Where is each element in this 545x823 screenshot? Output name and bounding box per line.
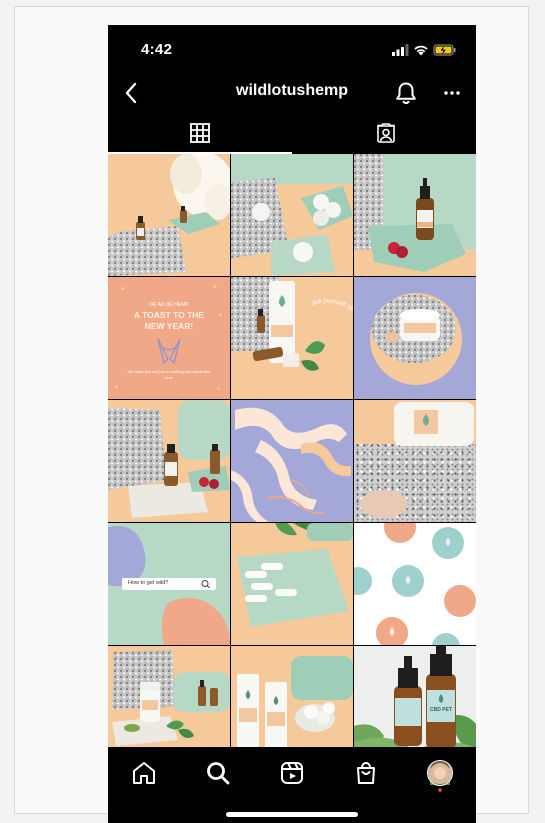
nav-shop-button[interactable]	[352, 759, 380, 787]
tab-posts-grid[interactable]	[108, 121, 292, 155]
ellipsis-icon	[444, 91, 460, 95]
notifications-button[interactable]	[394, 80, 418, 111]
profile-tabs	[108, 121, 476, 155]
post-tile-5[interactable]: ask yourself, shop hemp	[231, 277, 353, 399]
post-tile-12[interactable]	[354, 523, 476, 645]
cbd-pet-label: CBD PET	[430, 707, 452, 713]
tab-tagged[interactable]	[292, 121, 476, 155]
post-image-tincture-raspberries	[354, 154, 476, 276]
phone-screen: 4:42 wildlotushemp ✦ ✦ ✦ ✦ ✦ DE AU DE HE…	[108, 25, 476, 823]
arc-text: ask yourself, shop hemp	[312, 298, 353, 331]
post-image-tinctures-strawberries	[108, 400, 230, 518]
toast-line-1: A TOAST TO THE	[133, 310, 205, 320]
post-image-pampas-tincture	[108, 154, 230, 276]
bell-icon	[396, 82, 416, 105]
post-image-terrazzo-jar	[354, 400, 476, 518]
post-image-capsules	[237, 523, 353, 627]
toast-line-2: NEW YEAR!	[144, 321, 194, 331]
status-time: 4:42	[141, 41, 173, 58]
avatar	[427, 760, 453, 792]
bottom-navigation	[108, 747, 476, 823]
post-image-bath-bombs	[231, 154, 353, 276]
nav-reels-button[interactable]	[278, 759, 306, 787]
status-icons	[392, 43, 458, 62]
profile-header: wildlotushemp	[108, 71, 476, 115]
post-tile-4[interactable]: ✦ ✦ ✦ ✦ ✦ DE AU DE HEMP A TOAST TO THE N…	[108, 277, 230, 399]
shopping-bag-icon	[357, 762, 375, 784]
toast-kicker: DE AU DE HEMP	[149, 302, 189, 308]
post-image-cream-tube-arc: ask yourself, shop hemp	[231, 277, 353, 371]
post-tile-9[interactable]	[354, 400, 476, 522]
svg-text:✦: ✦	[216, 386, 221, 393]
grid-icon	[190, 123, 210, 143]
post-image-balm-jar	[370, 293, 462, 385]
post-tile-2[interactable]	[231, 154, 353, 276]
post-tile-7[interactable]	[108, 400, 230, 522]
post-tile-3[interactable]	[354, 154, 476, 276]
home-icon	[133, 762, 155, 784]
notification-dot-icon	[438, 788, 442, 792]
post-tile-8[interactable]	[231, 400, 353, 522]
nav-search-button[interactable]	[204, 759, 232, 787]
post-tile-10[interactable]: How to get wild?	[108, 523, 230, 645]
reels-icon	[281, 762, 303, 784]
svg-text:✦: ✦	[120, 285, 126, 293]
svg-text:✦: ✦	[114, 384, 119, 391]
profile-username: wildlotushemp	[236, 82, 348, 99]
post-image-bath-bomb-circles	[354, 523, 476, 645]
posts-grid: ✦ ✦ ✦ ✦ ✦ DE AU DE HEMP A TOAST TO THE N…	[108, 154, 476, 765]
tagged-person-icon	[377, 123, 395, 143]
status-bar: 4:42	[108, 25, 476, 71]
nav-home-button[interactable]	[130, 759, 158, 787]
post-image-yoga-illustration	[231, 407, 351, 522]
screenshot-frame: 4:42 wildlotushemp ✦ ✦ ✦ ✦ ✦ DE AU DE HE…	[14, 6, 529, 823]
post-tile-1[interactable]	[108, 154, 230, 276]
post-image-search-graphic	[108, 526, 230, 645]
more-options-button[interactable]	[440, 81, 464, 105]
battery-icon	[433, 44, 456, 56]
search-icon	[207, 762, 230, 785]
svg-text:✦: ✦	[212, 283, 218, 291]
search-graphic-text: How to get wild?	[128, 580, 169, 586]
wifi-icon	[414, 45, 428, 56]
signal-icon	[392, 44, 409, 56]
post-tile-6[interactable]	[354, 277, 476, 399]
nav-profile-button[interactable]	[426, 759, 454, 792]
post-tile-11[interactable]	[231, 523, 353, 645]
toast-subtext: We hope you will join in wishing you whe…	[127, 369, 211, 380]
home-indicator	[226, 812, 358, 817]
